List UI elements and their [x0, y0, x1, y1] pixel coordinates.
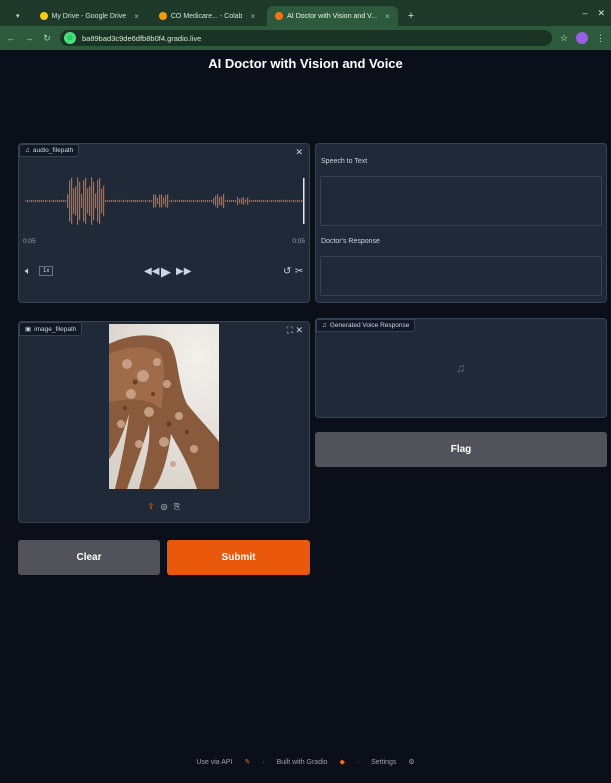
play-icon[interactable]: ▶ [161, 264, 171, 280]
page-title: AI Doctor with Vision and Voice [208, 56, 403, 71]
gradio-logo-icon: ◆ [339, 759, 345, 766]
current-time: 0:05 [23, 238, 36, 245]
audio-controls: 🔈︎ 1x ◀◀ ▶ ▶▶ ↺ ✂ [19, 264, 309, 282]
tab-search-icon[interactable]: ▾ [8, 6, 28, 26]
drive-icon [39, 12, 48, 20]
trim-icon[interactable]: ✂ [295, 266, 303, 277]
skip-back-icon[interactable]: ◀◀ [144, 266, 159, 277]
footer: Use via API ✎ · Built with Gradio ◆ · Se… [0, 758, 611, 766]
back-icon[interactable]: ← [6, 33, 16, 43]
music-note-icon: ♫ [25, 147, 30, 154]
colab-icon [158, 12, 167, 20]
window-controls: – ✕ [582, 8, 605, 19]
skip-forward-icon[interactable]: ▶▶ [176, 266, 191, 277]
image-label: ▣ image_filepath [19, 322, 83, 336]
doctor-response-label: Doctor's Response [321, 238, 380, 245]
new-tab-button[interactable]: + [402, 10, 420, 22]
site-info-icon[interactable]: ⚙ [64, 32, 76, 44]
webcam-icon[interactable]: ◎ [161, 502, 168, 511]
voice-response-panel: ♫ Generated Voice Response ♫ [315, 318, 607, 418]
audio-label: ♫ audio_filepath [19, 144, 80, 157]
forward-icon[interactable]: → [24, 33, 34, 43]
use-api-link[interactable]: Use via API ✎ [191, 759, 255, 766]
clear-button[interactable]: Clear [18, 540, 160, 575]
gradio-icon [275, 12, 284, 20]
close-tab-icon[interactable]: × [385, 12, 390, 21]
clear-image-icon[interactable]: ✕ [295, 325, 303, 336]
tab-colab[interactable]: CO Medicare... - Colab × [151, 6, 263, 26]
tab-strip: ▾ My Drive - Google Drive × CO Medicare.… [0, 6, 611, 26]
uploaded-hand-image [109, 324, 219, 489]
address-bar: ← → ↻ ⚙ ba89bad3c9de6dfb8b0f4.gradio.liv… [0, 26, 611, 50]
close-tab-icon[interactable]: × [250, 12, 255, 21]
volume-icon[interactable]: 🔈︎ [25, 266, 31, 277]
settings-link[interactable]: Settings ⚙ [366, 759, 420, 766]
speech-to-text-output[interactable] [320, 176, 602, 226]
url-input[interactable]: ⚙ ba89bad3c9de6dfb8b0f4.gradio.live [60, 30, 552, 46]
audio-waveform[interactable] [23, 174, 305, 228]
doctor-response-output[interactable] [320, 256, 602, 296]
voice-response-label: ♫ Generated Voice Response [316, 319, 416, 332]
duration: 0:05 [292, 238, 305, 245]
image-toolbar: ⇧ ◎ ⎘ [19, 502, 309, 512]
flag-button[interactable]: Flag [315, 432, 607, 467]
rocket-icon: ✎ [244, 759, 251, 766]
close-tab-icon[interactable]: × [134, 12, 139, 21]
fullscreen-icon[interactable]: ⛶ [287, 325, 293, 336]
music-note-icon: ♫ [322, 322, 327, 329]
profile-avatar[interactable] [576, 32, 588, 44]
submit-button[interactable]: Submit [167, 540, 310, 575]
audio-placeholder-icon: ♫ [456, 361, 465, 375]
tab-google-drive[interactable]: My Drive - Google Drive × [32, 6, 147, 26]
clipboard-icon[interactable]: ⎘ [174, 502, 180, 511]
browser-menu-icon[interactable]: ⋮ [596, 33, 605, 44]
tab-ai-doctor[interactable]: AI Doctor with Vision and V... × [267, 6, 398, 26]
gear-icon: ⚙ [408, 759, 415, 766]
upload-icon[interactable]: ⇧ [148, 502, 155, 511]
close-window-icon[interactable]: ✕ [597, 8, 605, 19]
image-input-panel: ▣ image_filepath ⛶ ✕ ⇧ ◎ ⎘ [18, 321, 310, 523]
reload-icon[interactable]: ↻ [42, 33, 52, 44]
audio-input-panel: ♫ audio_filepath ✕ 0:05 0:05 🔈︎ 1x ◀◀ ▶ … [18, 143, 310, 303]
playback-rate-button[interactable]: 1x [39, 266, 54, 276]
undo-icon[interactable]: ↺ [283, 266, 291, 277]
image-icon: ▣ [25, 326, 32, 333]
clear-audio-icon[interactable]: ✕ [295, 147, 303, 158]
minimize-icon[interactable]: – [582, 8, 587, 19]
speech-to-text-label: Speech to Text [321, 158, 368, 165]
built-with-gradio-link[interactable]: Built with Gradio ◆ [272, 759, 350, 766]
bookmark-star-icon[interactable]: ☆ [560, 33, 568, 44]
text-outputs-panel: Speech to Text Doctor's Response [315, 143, 607, 303]
